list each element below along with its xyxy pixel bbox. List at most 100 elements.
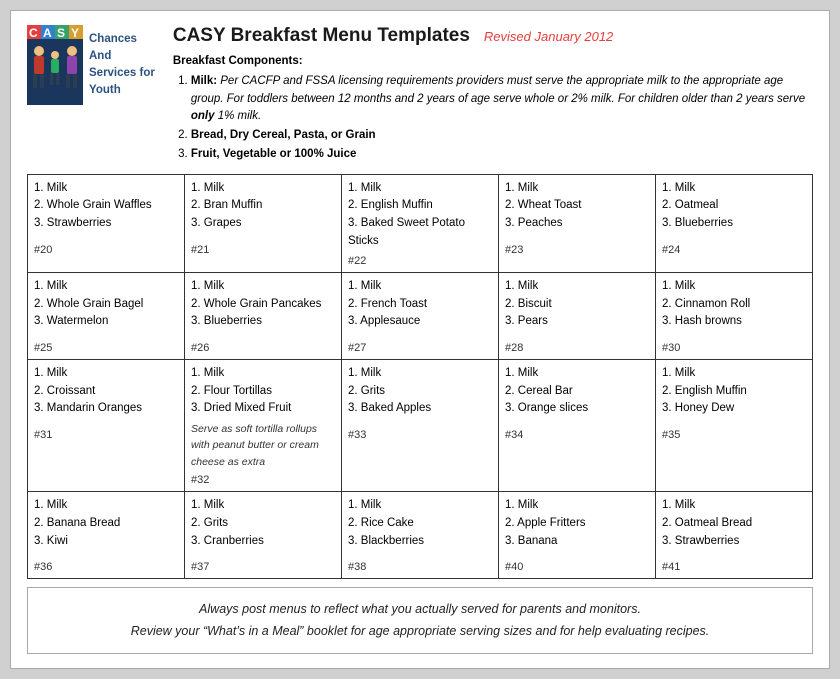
cell-item: 1. Milk <box>34 180 178 198</box>
component-2: Bread, Dry Cereal, Pasta, or Grain <box>191 127 813 144</box>
cell-number: #20 <box>34 244 178 256</box>
cell-number: #31 <box>34 429 178 441</box>
footer-line2: Review your “What’s in a Meal” booklet f… <box>48 620 792 643</box>
cell-item: 2. Wheat Toast <box>505 197 649 215</box>
menu-table: 1. Milk2. Whole Grain Waffles3. Strawber… <box>27 174 813 579</box>
cell-items: 1. Milk2. Banana Bread3. Kiwi <box>34 497 178 557</box>
footer-box: Always post menus to reflect what you ac… <box>27 587 813 654</box>
revised-label: Revised January 2012 <box>484 29 613 44</box>
cell-number: #33 <box>348 429 492 441</box>
menu-cell: 1. Milk2. Biscuit3. Pears #28 <box>499 272 656 359</box>
cell-items: 1. Milk2. Whole Grain Waffles3. Strawber… <box>34 180 178 240</box>
menu-cell: 1. Milk2. Whole Grain Waffles3. Strawber… <box>28 174 185 272</box>
cell-item: 1. Milk <box>191 497 335 515</box>
cell-number: #34 <box>505 429 649 441</box>
cell-item: 1. Milk <box>505 365 649 383</box>
cell-items: 1. Milk2. Flour Tortillas3. Dried Mixed … <box>191 365 335 470</box>
cell-items: 1. Milk2. French Toast3. Applesauce <box>348 278 492 338</box>
cell-number: #37 <box>191 561 335 573</box>
cell-item: 1. Milk <box>662 278 806 296</box>
cell-item: 3. Applesauce <box>348 313 492 331</box>
cell-item: 1. Milk <box>348 365 492 383</box>
header-area: C A S Y <box>27 25 813 166</box>
cell-item: 2. Banana Bread <box>34 515 178 533</box>
cell-items: 1. Milk2. Oatmeal3. Blueberries <box>662 180 806 240</box>
cell-item: 2. Flour Tortillas <box>191 383 335 401</box>
cell-item: 2. Grits <box>348 383 492 401</box>
cell-number: #25 <box>34 342 178 354</box>
cell-item: 3. Mandarin Oranges <box>34 400 178 418</box>
comp2-text: Bread, Dry Cereal, Pasta, or Grain <box>191 129 376 141</box>
cell-item: 2. Croissant <box>34 383 178 401</box>
cell-item: 3. Kiwi <box>34 533 178 551</box>
menu-cell: 1. Milk2. Grits3. Baked Apples #33 <box>342 359 499 491</box>
cell-item: 2. Oatmeal <box>662 197 806 215</box>
cell-items: 1. Milk2. Whole Grain Bagel3. Watermelon <box>34 278 178 338</box>
casy-logo-svg: C A S Y <box>27 25 83 105</box>
cell-number: #36 <box>34 561 178 573</box>
cell-item: 2. English Muffin <box>348 197 492 215</box>
comp1-only: only <box>191 110 215 122</box>
cell-item: 1. Milk <box>348 180 492 198</box>
cell-number: #28 <box>505 342 649 354</box>
cell-number: #32 <box>191 474 335 486</box>
menu-cell: 1. Milk2. Banana Bread3. Kiwi #36 <box>28 491 185 578</box>
cell-item: 3. Pears <box>505 313 649 331</box>
cell-item: 3. Honey Dew <box>662 400 806 418</box>
cell-item: 3. Orange slices <box>505 400 649 418</box>
svg-text:S: S <box>57 26 65 40</box>
menu-cell: 1. Milk2. Wheat Toast3. Peaches#23 <box>499 174 656 272</box>
cell-item: 1. Milk <box>662 365 806 383</box>
cell-number: #40 <box>505 561 649 573</box>
comp1-text: Per CACFP and FSSA licensing requirement… <box>191 75 805 104</box>
cell-item: 2. Cinnamon Roll <box>662 296 806 314</box>
cell-item: 3. Blueberries <box>662 215 806 233</box>
menu-cell: 1. Milk2. Cinnamon Roll3. Hash browns#30 <box>656 272 813 359</box>
cell-item: 3. Baked Apples <box>348 400 492 418</box>
menu-cell: 1. Milk2. Grits3. Cranberries #37 <box>185 491 342 578</box>
cell-items: 1. Milk2. Bran Muffin3. Grapes <box>191 180 335 240</box>
cell-items: 1. Milk2. Grits3. Cranberries <box>191 497 335 557</box>
cell-number: #24 <box>662 244 806 256</box>
cell-item: 1. Milk <box>191 278 335 296</box>
cell-item: 1. Milk <box>191 180 335 198</box>
cell-item: 3. Grapes <box>191 215 335 233</box>
components-section: Breakfast Components: Milk: Per CACFP an… <box>173 53 813 164</box>
menu-cell: 1. Milk2. Bran Muffin3. Grapes #21 <box>185 174 342 272</box>
component-1: Milk: Per CACFP and FSSA licensing requi… <box>191 73 813 125</box>
cell-item: 3. Banana <box>505 533 649 551</box>
menu-cell: 1. Milk2. French Toast3. Applesauce#27 <box>342 272 499 359</box>
cell-item: 1. Milk <box>662 180 806 198</box>
cell-item: 3. Strawberries <box>34 215 178 233</box>
svg-text:A: A <box>43 26 52 40</box>
main-title: CASY Breakfast Menu Templates <box>173 25 470 47</box>
cell-items: 1. Milk2. Rice Cake3. Blackberries <box>348 497 492 557</box>
cell-item: 2. Whole Grain Bagel <box>34 296 178 314</box>
cell-items: 1. Milk2. Grits3. Baked Apples <box>348 365 492 425</box>
menu-cell: 1. Milk2. English Muffin3. Baked Sweet P… <box>342 174 499 272</box>
cell-item: 3. Cranberries <box>191 533 335 551</box>
menu-cell: 1. Milk2. Oatmeal3. Blueberries #24 <box>656 174 813 272</box>
cell-item: 1. Milk <box>505 497 649 515</box>
comp1-text2: 1% milk. <box>215 110 262 122</box>
cell-items: 1. Milk2. Wheat Toast3. Peaches <box>505 180 649 240</box>
logo-box: C A S Y <box>27 25 155 105</box>
cell-item: 2. Whole Grain Waffles <box>34 197 178 215</box>
menu-cell: 1. Milk2. Rice Cake3. Blackberries#38 <box>342 491 499 578</box>
cell-number: #22 <box>348 255 492 267</box>
comp1-label: Milk: <box>191 75 217 87</box>
cell-item: 2. Biscuit <box>505 296 649 314</box>
cell-items: 1. Milk2. Biscuit3. Pears <box>505 278 649 338</box>
menu-cell: 1. Milk2. Croissant3. Mandarin Oranges#3… <box>28 359 185 491</box>
cell-number: #21 <box>191 244 335 256</box>
menu-cell: 1. Milk2. English Muffin3. Honey Dew#35 <box>656 359 813 491</box>
header-content: CASY Breakfast Menu Templates Revised Ja… <box>173 25 813 166</box>
logo-name: Chances And Services for Youth <box>89 31 155 100</box>
components-label: Breakfast Components: <box>173 53 813 70</box>
menu-cell: 1. Milk2. Whole Grain Bagel3. Watermelon… <box>28 272 185 359</box>
cell-item: 2. English Muffin <box>662 383 806 401</box>
table-row: 1. Milk 2. Croissant3. Mandarin Oranges #3… <box>28 359 813 491</box>
table-row: 1. Milk2. Whole Grain Bagel3. Watermelon… <box>28 272 813 359</box>
menu-cell: 1. Milk2. Flour Tortillas3. Dried Mixed … <box>185 359 342 491</box>
cell-note: Serve as soft tortilla rollups with pean… <box>191 421 335 470</box>
